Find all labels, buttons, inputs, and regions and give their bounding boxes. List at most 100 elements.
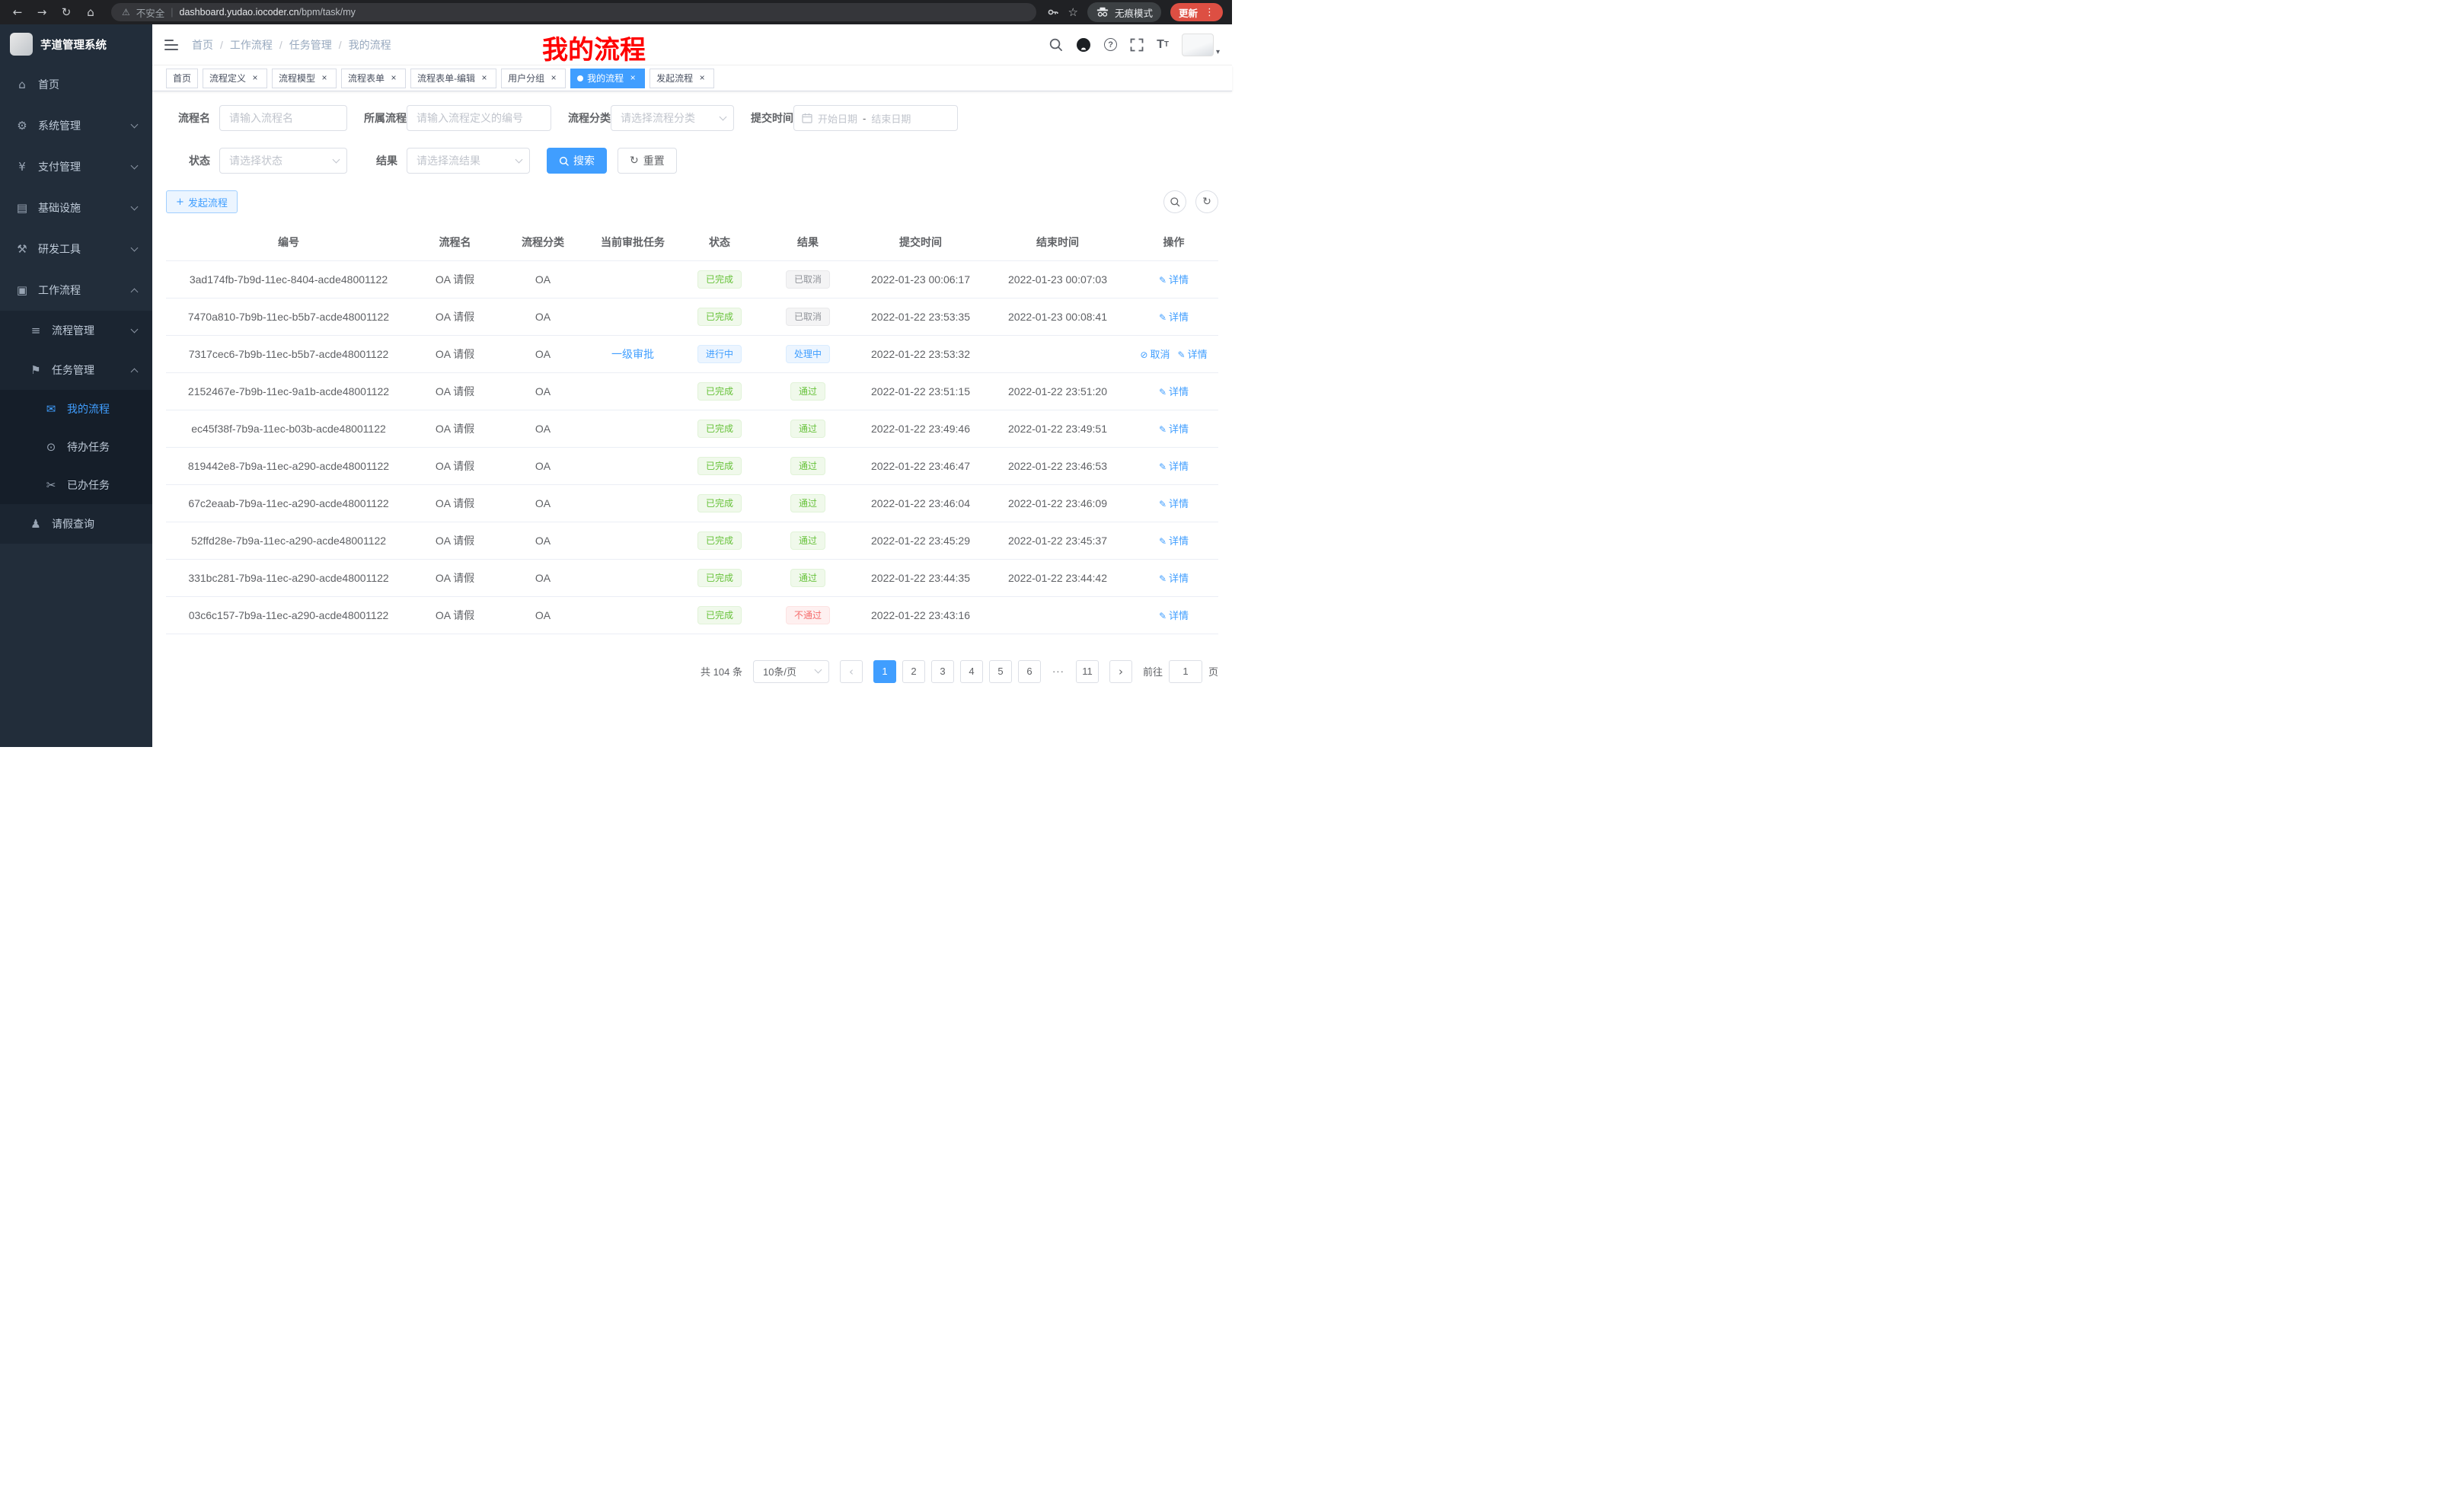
result-badge: 通过 xyxy=(790,420,825,438)
sidebar-item-done-tasks[interactable]: ✂ 已办任务 xyxy=(0,466,152,504)
detail-link[interactable]: ✎详情 xyxy=(1159,386,1189,397)
tab-close-icon[interactable]: × xyxy=(388,73,399,84)
url-host: dashboard.yudao.iocoder.cn xyxy=(180,7,299,18)
sidebar-item-infrastructure[interactable]: ▤ 基础设施 xyxy=(0,187,152,228)
process-definition-input[interactable] xyxy=(407,105,551,131)
detail-link[interactable]: ✎详情 xyxy=(1159,274,1189,286)
status-badge: 已完成 xyxy=(697,606,742,624)
category-select[interactable]: 请选择流程分类 xyxy=(611,105,734,131)
sidebar-item-todo-tasks[interactable]: ⊙ 待办任务 xyxy=(0,428,152,466)
current-task-link[interactable]: 一级审批 xyxy=(611,348,654,360)
key-icon[interactable] xyxy=(1047,6,1059,18)
sidebar-item-devtools[interactable]: ⚒ 研发工具 xyxy=(0,228,152,270)
tab-close-icon[interactable]: × xyxy=(548,73,559,84)
detail-icon: ✎ xyxy=(1159,275,1167,286)
page-button-5[interactable]: 5 xyxy=(989,660,1012,683)
page-button-2[interactable]: 2 xyxy=(902,660,925,683)
detail-link[interactable]: ✎详情 xyxy=(1159,498,1189,509)
next-page-button[interactable]: › xyxy=(1109,660,1132,683)
address-bar[interactable]: ⚠ 不安全 | dashboard.yudao.iocoder.cn/bpm/t… xyxy=(111,3,1036,21)
sidebar-item-task-management[interactable]: ⚑ 任务管理 xyxy=(0,350,152,390)
page-button-3[interactable]: 3 xyxy=(931,660,954,683)
update-button[interactable]: 更新 ⋮ xyxy=(1170,3,1223,21)
cancel-link[interactable]: ⊘取消 xyxy=(1140,349,1170,360)
tab-close-icon[interactable]: × xyxy=(319,73,330,84)
browser-menu-icon[interactable]: ⋮ xyxy=(1205,7,1214,18)
page-button-4[interactable]: 4 xyxy=(960,660,983,683)
sidebar-item-process-management[interactable]: ≡ 流程管理 xyxy=(0,311,152,350)
search-button[interactable]: 搜索 xyxy=(547,148,607,174)
refresh-table-button[interactable]: ↻ xyxy=(1195,190,1218,213)
detail-link[interactable]: ✎详情 xyxy=(1159,535,1189,547)
toggle-search-button[interactable] xyxy=(1163,190,1186,213)
page-button-6[interactable]: 6 xyxy=(1018,660,1041,683)
fullscreen-icon[interactable] xyxy=(1130,38,1144,52)
detail-link[interactable]: ✎详情 xyxy=(1159,311,1189,323)
tab-home[interactable]: 首页 xyxy=(166,69,198,88)
detail-link[interactable]: ✎详情 xyxy=(1159,573,1189,584)
tab-user-group[interactable]: 用户分组× xyxy=(501,69,566,88)
done-tasks-icon: ✂ xyxy=(44,478,58,492)
detail-link[interactable]: ✎详情 xyxy=(1178,349,1208,360)
chevron-down-icon xyxy=(333,155,340,163)
sidebar-item-workflow[interactable]: ▣ 工作流程 xyxy=(0,270,152,311)
prev-page-button[interactable]: ‹ xyxy=(840,660,863,683)
reset-button[interactable]: ↻ 重置 xyxy=(618,148,677,174)
table-row: 03c6c157-7b9a-11ec-a290-acde48001122OA 请… xyxy=(166,596,1218,634)
tab-close-icon[interactable]: × xyxy=(250,73,260,84)
cancel-icon: ⊘ xyxy=(1140,350,1147,360)
sidebar-item-system[interactable]: ⚙ 系统管理 xyxy=(0,105,152,146)
tab-process-model[interactable]: 流程模型× xyxy=(272,69,337,88)
start-process-button[interactable]: + 发起流程 xyxy=(166,190,238,213)
tab-close-icon[interactable]: × xyxy=(697,73,707,84)
bookmark-star-icon[interactable]: ☆ xyxy=(1068,5,1078,19)
tab-process-form[interactable]: 流程表单× xyxy=(341,69,406,88)
tab-process-definition[interactable]: 流程定义× xyxy=(203,69,267,88)
sidebar-item-home[interactable]: ⌂ 首页 xyxy=(0,64,152,105)
page-button-11[interactable]: 11 xyxy=(1076,660,1099,683)
breadcrumb-item-workflow[interactable]: 工作流程 xyxy=(230,37,273,53)
column-header-actions: 操作 xyxy=(1129,224,1218,260)
page-size-select[interactable]: 10条/页 xyxy=(753,660,829,683)
sidebar-item-payment[interactable]: ¥ 支付管理 xyxy=(0,146,152,187)
browser-back-icon[interactable]: ← xyxy=(8,5,27,19)
process-name-input[interactable] xyxy=(219,105,347,131)
sidebar-toggle-icon[interactable] xyxy=(164,40,178,50)
tab-my-process[interactable]: 我的流程× xyxy=(570,69,645,88)
font-size-icon[interactable]: TT xyxy=(1157,38,1169,52)
sidebar-item-my-process[interactable]: ✉ 我的流程 xyxy=(0,390,152,428)
browser-home-icon[interactable]: ⌂ xyxy=(81,5,101,19)
browser-forward-icon[interactable]: → xyxy=(32,5,52,19)
tab-process-form-edit[interactable]: 流程表单-编辑× xyxy=(410,69,496,88)
active-tab-dot xyxy=(577,75,583,81)
tab-start-process[interactable]: 发起流程× xyxy=(650,69,714,88)
breadcrumb-item-home[interactable]: 首页 xyxy=(192,37,213,53)
status-badge: 已完成 xyxy=(697,420,742,438)
search-icon[interactable] xyxy=(1048,37,1063,52)
detail-link[interactable]: ✎详情 xyxy=(1159,610,1189,621)
avatar[interactable]: ▾ xyxy=(1182,34,1220,56)
goto-page-input[interactable] xyxy=(1169,660,1202,683)
page-ellipsis[interactable]: ··· xyxy=(1047,660,1070,683)
help-icon[interactable]: ? xyxy=(1104,38,1117,51)
address-separator: | xyxy=(171,7,173,18)
sidebar-item-leave-query[interactable]: ♟ 请假查询 xyxy=(0,504,152,544)
tab-close-icon[interactable]: × xyxy=(627,73,638,84)
breadcrumb-item-task-management[interactable]: 任务管理 xyxy=(289,37,332,53)
page-button-1[interactable]: 1 xyxy=(873,660,896,683)
github-icon[interactable] xyxy=(1076,37,1091,53)
tab-close-icon[interactable]: × xyxy=(479,73,490,84)
table-row: 52ffd28e-7b9a-11ec-a290-acde48001122OA 请… xyxy=(166,522,1218,559)
result-select[interactable]: 请选择流结果 xyxy=(407,148,530,174)
submit-time-range-picker[interactable]: 开始日期 - 结束日期 xyxy=(793,105,958,131)
url-path: /bpm/task/my xyxy=(299,7,356,18)
detail-link[interactable]: ✎详情 xyxy=(1159,461,1189,472)
status-badge: 已完成 xyxy=(697,270,742,289)
my-process-icon: ✉ xyxy=(44,402,58,416)
sidebar-item-label: 系统管理 xyxy=(38,118,81,133)
column-header-submit-time: 提交时间 xyxy=(855,224,986,260)
detail-link[interactable]: ✎详情 xyxy=(1159,423,1189,435)
browser-reload-icon[interactable]: ↻ xyxy=(56,5,76,19)
filter-time-label: 提交时间 xyxy=(751,110,793,126)
status-select[interactable]: 请选择状态 xyxy=(219,148,347,174)
